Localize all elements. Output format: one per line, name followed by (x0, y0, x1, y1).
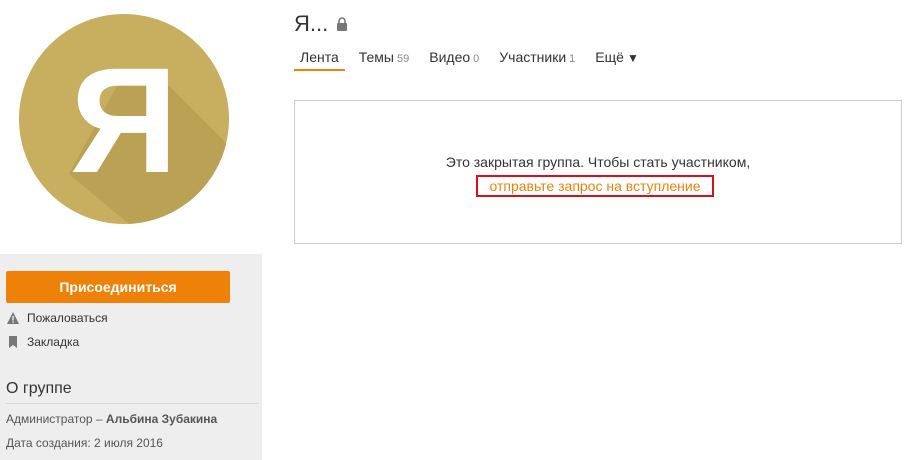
tab-members[interactable]: Участники 1 (493, 49, 581, 69)
sidebar-panel: Присоединиться Пожаловаться Закладка О г… (0, 254, 262, 460)
join-button[interactable]: Присоединиться (6, 271, 230, 303)
avatar-letter: Я (70, 36, 178, 204)
left-column: Я Присоединиться Пожаловаться Закладка О… (0, 0, 262, 460)
page-title: Я... (294, 11, 329, 36)
tab-members-count: 1 (569, 53, 576, 65)
about-title: О группе (6, 380, 72, 397)
tab-more-label: Ещё (595, 49, 624, 65)
lock-icon (336, 17, 348, 31)
tab-feed[interactable]: Лента (294, 49, 345, 71)
tab-video-label: Видео (429, 49, 471, 65)
group-avatar[interactable]: Я (19, 14, 229, 224)
bookmark-icon (6, 335, 20, 349)
about-divider (6, 403, 258, 404)
admin-prefix: Администратор – (6, 412, 106, 426)
tab-more[interactable]: Ещё ▼ (589, 49, 645, 69)
avatar-area: Я (0, 0, 262, 254)
tab-video[interactable]: Видео 0 (423, 49, 485, 69)
join-request-link[interactable]: отправьте запрос на вступление (476, 175, 714, 197)
closed-group-notice: Это закрытая группа. Чтобы стать участни… (294, 100, 902, 244)
chevron-down-icon: ▼ (626, 51, 639, 65)
tab-topics-count: 59 (397, 53, 410, 65)
tab-video-count: 0 (473, 53, 480, 65)
title-row: Я... (294, 10, 348, 38)
creation-date: Дата создания: 2 июля 2016 (6, 436, 163, 450)
tab-topics-label: Темы (358, 49, 394, 65)
tab-topics[interactable]: Темы 59 (353, 49, 416, 69)
tab-members-label: Участники (499, 49, 567, 65)
closed-group-text: Это закрытая группа. Чтобы стать участни… (445, 154, 751, 170)
report-link[interactable]: Пожаловаться (6, 309, 108, 327)
group-tabs: Лента Темы 59 Видео 0 Участники 1 Ещё ▼ (294, 49, 653, 71)
report-label: Пожаловаться (27, 311, 108, 325)
admin-name[interactable]: Альбина Зубакина (106, 412, 217, 426)
bookmark-link[interactable]: Закладка (6, 333, 79, 351)
bookmark-label: Закладка (27, 335, 80, 349)
tab-feed-label: Лента (300, 49, 339, 65)
warning-icon (6, 311, 20, 325)
admin-line: Администратор – Альбина Зубакина (6, 412, 217, 426)
